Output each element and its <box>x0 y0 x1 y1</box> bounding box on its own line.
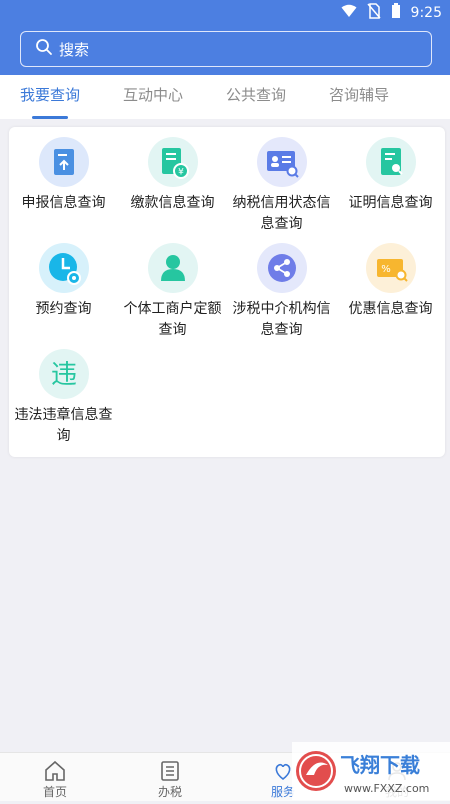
grid-item-tax-credit-query[interactable]: 纳税信用状态信息查询 <box>227 137 336 235</box>
search-placeholder: 搜索 <box>59 40 90 59</box>
grid-item-intermediary-query[interactable]: 涉税中介机构信息查询 <box>227 243 336 341</box>
watermark-logo: 飞翔下载 www.FXXZ.com <box>292 742 450 800</box>
tab-public-query[interactable]: 公共查询 <box>226 84 286 105</box>
item-label: 缴款信息查询 <box>130 195 215 211</box>
tab-bar: 我要查询 互动中心 公共查询 咨询辅导 <box>0 75 450 119</box>
item-label: 证明信息查询 <box>348 195 433 211</box>
nav-home[interactable]: 首页 <box>10 753 100 800</box>
header: 搜索 <box>0 24 450 75</box>
grid-item-declaration-query[interactable]: 申报信息查询 <box>9 137 118 214</box>
query-card: 申报信息查询 ¥ 缴款信息查询 纳税信用状态信息查询 证明信息查询 预约查询 个… <box>9 127 445 457</box>
grid-item-violation-query[interactable]: 违 违法违章信息查询 <box>9 349 118 447</box>
grid-item-preferential-query[interactable]: % 优惠信息查询 <box>336 243 445 320</box>
item-label: 个体工商户定额查询 <box>123 301 222 338</box>
grid-item-payment-query[interactable]: ¥ 缴款信息查询 <box>118 137 227 214</box>
svg-text:违: 违 <box>50 360 76 390</box>
item-label: 违法违章信息查询 <box>14 407 113 444</box>
tab-active-indicator <box>32 116 68 119</box>
item-label: 纳税信用状态信息查询 <box>232 195 331 232</box>
item-label: 预约查询 <box>35 301 92 317</box>
svg-text:¥: ¥ <box>178 168 184 178</box>
nav-label: 首页 <box>42 785 67 799</box>
grid-item-individual-business-query[interactable]: 个体工商户定额查询 <box>118 243 227 341</box>
item-label: 优惠信息查询 <box>348 301 433 317</box>
battery-icon <box>391 3 401 23</box>
svg-text:飞翔下载: 飞翔下载 <box>340 753 420 777</box>
svg-text:%: % <box>381 264 391 275</box>
tab-consult-guide[interactable]: 咨询辅导 <box>329 84 389 105</box>
certificate-search-icon <box>365 137 416 187</box>
nav-tax[interactable]: 办税 <box>125 753 215 800</box>
status-bar: 9:25 <box>0 0 450 24</box>
share-network-icon <box>256 243 307 293</box>
no-sim-icon <box>366 3 381 23</box>
search-input[interactable]: 搜索 <box>20 31 432 67</box>
person-icon <box>147 243 198 293</box>
grid-item-appointment-query[interactable]: 预约查询 <box>9 243 118 320</box>
search-icon <box>35 38 53 60</box>
grid-item-certificate-query[interactable]: 证明信息查询 <box>336 137 445 214</box>
clock-search-icon <box>38 243 89 293</box>
item-label: 涉税中介机构信息查询 <box>232 301 331 338</box>
home-icon <box>43 759 67 783</box>
nav-label: 办税 <box>157 785 182 799</box>
id-card-search-icon <box>256 137 307 187</box>
tab-interaction-center[interactable]: 互动中心 <box>123 84 183 105</box>
coupon-search-icon: % <box>365 243 416 293</box>
wifi-icon <box>341 4 357 22</box>
tab-my-query[interactable]: 我要查询 <box>20 84 80 105</box>
item-label: 申报信息查询 <box>21 195 106 211</box>
document-upload-icon <box>38 137 89 187</box>
payment-receipt-icon: ¥ <box>147 137 198 187</box>
svg-text:www.FXXZ.com: www.FXXZ.com <box>344 782 429 795</box>
violation-icon: 违 <box>38 349 89 399</box>
list-icon <box>158 759 182 783</box>
status-time: 9:25 <box>410 5 442 21</box>
